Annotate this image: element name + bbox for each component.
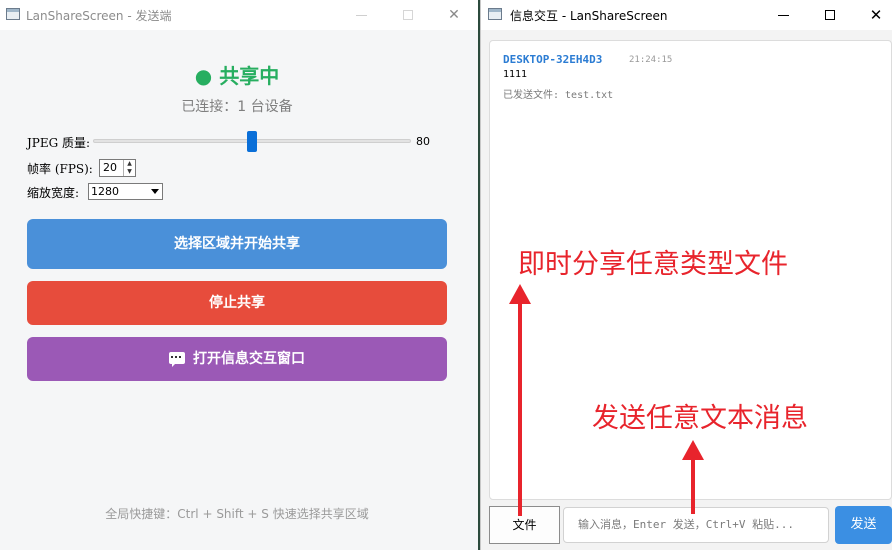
sharing-status: ● 共享中 (194, 64, 280, 88)
scale-width-select[interactable]: 1280 (88, 183, 163, 200)
minimize-button[interactable] (773, 4, 795, 26)
message-text: 1111 (503, 69, 528, 80)
chat-title-bar: 信息交互 - LanShareScreen ✕ (481, 0, 892, 30)
scale-width-label: 缩放宽度: (27, 186, 80, 200)
send-button[interactable]: 发送 (835, 506, 892, 544)
close-button[interactable]: ✕ (443, 4, 465, 26)
annotation-arrow-file (518, 302, 522, 516)
message-file-note: 已发送文件: test.txt (503, 90, 614, 101)
close-button[interactable]: ✕ (865, 4, 887, 26)
fps-value: 20 (103, 161, 117, 174)
hotkey-hint: 全局快捷键：Ctrl + Shift + S 快速选择共享区域 (105, 507, 369, 521)
message-input[interactable]: 输入消息，Enter 发送，Ctrl+V 粘贴... (563, 507, 829, 543)
scale-width-value: 1280 (91, 185, 119, 198)
title-bar: LanShareScreen - 发送端 ✕ (0, 0, 478, 30)
window-title: LanShareScreen - 发送端 (26, 9, 172, 23)
maximize-icon (403, 10, 413, 20)
arrow-up-icon (682, 440, 704, 460)
fps-spinbox[interactable]: 20 ▲ ▼ (99, 159, 136, 177)
open-chat-label: 打开信息交互窗口 (193, 351, 305, 367)
select-region-button[interactable]: 选择区域并开始共享 (27, 219, 447, 269)
app-icon (488, 8, 502, 20)
maximize-icon (825, 10, 835, 20)
connection-count: 已连接：1 台设备 (181, 99, 293, 115)
send-file-button[interactable]: 文件 (489, 506, 560, 544)
spin-up-icon[interactable]: ▲ (124, 160, 135, 168)
message-sender: DESKTOP-32EH4D3 (503, 53, 603, 66)
minimize-icon (778, 15, 789, 16)
sender-window: LanShareScreen - 发送端 ✕ ● 共享中 已连接：1 台设备 J… (0, 0, 478, 550)
chat-icon (169, 352, 185, 367)
jpeg-quality-label: JPEG 质量: (27, 136, 91, 150)
slider-thumb[interactable] (247, 131, 257, 152)
spin-down-icon[interactable]: ▼ (124, 168, 135, 176)
annotation-file-share: 即时分享任意类型文件 (518, 249, 788, 280)
stop-sharing-button[interactable]: 停止共享 (27, 281, 447, 325)
message-time: 21:24:15 (629, 55, 673, 65)
app-icon (6, 8, 20, 20)
chevron-down-icon (151, 189, 159, 194)
annotation-arrow-text (691, 458, 695, 514)
fps-label: 帧率 (FPS): (27, 162, 93, 176)
open-chat-button[interactable]: 打开信息交互窗口 (27, 337, 447, 381)
minimize-icon (356, 15, 367, 16)
close-icon: ✕ (869, 6, 883, 24)
jpeg-quality-value: 80 (416, 135, 430, 148)
maximize-button[interactable] (397, 4, 419, 26)
annotation-text-message: 发送任意文本消息 (592, 403, 808, 434)
minimize-button[interactable] (351, 4, 373, 26)
spin-arrows[interactable]: ▲ ▼ (123, 160, 135, 176)
maximize-button[interactable] (819, 4, 841, 26)
close-icon: ✕ (448, 7, 460, 23)
arrow-up-icon (509, 284, 531, 304)
chat-window-title: 信息交互 - LanShareScreen (510, 9, 668, 23)
